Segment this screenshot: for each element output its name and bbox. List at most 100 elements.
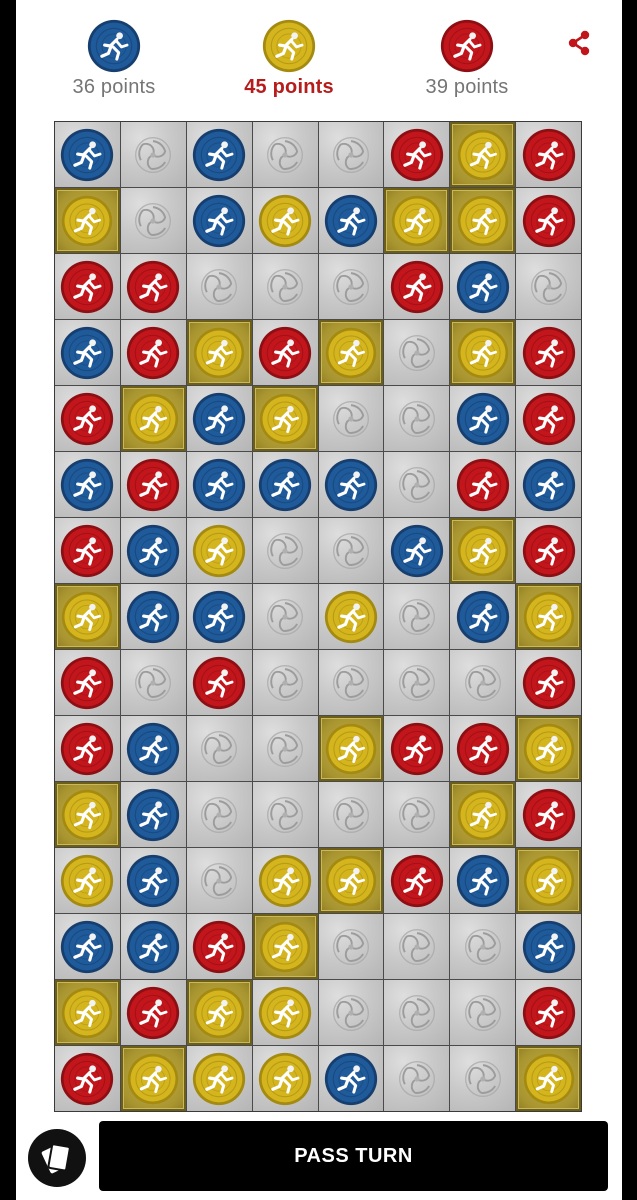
empty-tile[interactable] [120, 650, 186, 715]
red-tile[interactable] [516, 188, 581, 253]
empty-tile[interactable] [384, 1046, 450, 1111]
claimed-yellow-tile[interactable] [516, 584, 581, 649]
blue-tile[interactable] [516, 452, 581, 517]
blue-tile[interactable] [252, 452, 318, 517]
empty-tile[interactable] [186, 716, 252, 781]
claimed-yellow-tile[interactable] [55, 980, 120, 1045]
yellow-tile[interactable] [252, 980, 318, 1045]
blue-tile[interactable] [55, 122, 120, 187]
claimed-yellow-tile[interactable] [318, 848, 384, 913]
claimed-yellow-tile[interactable] [120, 386, 186, 451]
claimed-yellow-tile[interactable] [55, 188, 120, 253]
empty-tile[interactable] [516, 254, 581, 319]
claimed-yellow-tile[interactable] [384, 188, 450, 253]
red-tile[interactable] [186, 650, 252, 715]
red-tile[interactable] [516, 320, 581, 385]
empty-tile[interactable] [384, 650, 450, 715]
empty-tile[interactable] [318, 518, 384, 583]
claimed-yellow-tile[interactable] [450, 320, 516, 385]
empty-tile[interactable] [120, 188, 186, 253]
yellow-tile[interactable] [252, 1046, 318, 1111]
empty-tile[interactable] [252, 122, 318, 187]
red-tile[interactable] [450, 452, 516, 517]
blue-tile[interactable] [120, 518, 186, 583]
empty-tile[interactable] [252, 650, 318, 715]
blue-tile[interactable] [318, 1046, 384, 1111]
claimed-yellow-tile[interactable] [450, 782, 516, 847]
claimed-yellow-tile[interactable] [516, 1046, 581, 1111]
empty-tile[interactable] [252, 254, 318, 319]
blue-tile[interactable] [450, 386, 516, 451]
claimed-yellow-tile[interactable] [516, 716, 581, 781]
empty-tile[interactable] [450, 650, 516, 715]
yellow-tile[interactable] [318, 584, 384, 649]
empty-tile[interactable] [252, 518, 318, 583]
red-tile[interactable] [450, 716, 516, 781]
blue-tile[interactable] [450, 254, 516, 319]
red-tile[interactable] [384, 848, 450, 913]
claimed-yellow-tile[interactable] [186, 980, 252, 1045]
blue-tile[interactable] [120, 584, 186, 649]
blue-tile[interactable] [120, 914, 186, 979]
red-tile[interactable] [384, 122, 450, 187]
red-tile[interactable] [516, 650, 581, 715]
blue-tile[interactable] [318, 452, 384, 517]
empty-tile[interactable] [318, 650, 384, 715]
claimed-yellow-tile[interactable] [120, 1046, 186, 1111]
claimed-yellow-tile[interactable] [186, 320, 252, 385]
claimed-yellow-tile[interactable] [450, 188, 516, 253]
empty-tile[interactable] [384, 980, 450, 1045]
blue-tile[interactable] [516, 914, 581, 979]
yellow-tile[interactable] [252, 188, 318, 253]
share-icon[interactable] [564, 28, 594, 58]
empty-tile[interactable] [384, 914, 450, 979]
claimed-yellow-tile[interactable] [55, 584, 120, 649]
empty-tile[interactable] [318, 386, 384, 451]
red-tile[interactable] [55, 254, 120, 319]
red-tile[interactable] [516, 386, 581, 451]
red-tile[interactable] [55, 716, 120, 781]
empty-tile[interactable] [252, 782, 318, 847]
empty-tile[interactable] [186, 848, 252, 913]
blue-tile[interactable] [186, 188, 252, 253]
blue-tile[interactable] [318, 188, 384, 253]
red-tile[interactable] [516, 518, 581, 583]
blue-tile[interactable] [55, 452, 120, 517]
claimed-yellow-tile[interactable] [318, 320, 384, 385]
empty-tile[interactable] [252, 584, 318, 649]
empty-tile[interactable] [384, 452, 450, 517]
red-tile[interactable] [55, 1046, 120, 1111]
blue-tile[interactable] [450, 584, 516, 649]
red-tile[interactable] [55, 650, 120, 715]
claimed-yellow-tile[interactable] [450, 518, 516, 583]
red-tile[interactable] [252, 320, 318, 385]
empty-tile[interactable] [120, 122, 186, 187]
empty-tile[interactable] [450, 914, 516, 979]
claimed-yellow-tile[interactable] [252, 386, 318, 451]
empty-tile[interactable] [384, 320, 450, 385]
empty-tile[interactable] [186, 782, 252, 847]
red-tile[interactable] [120, 980, 186, 1045]
blue-tile[interactable] [450, 848, 516, 913]
empty-tile[interactable] [318, 782, 384, 847]
empty-tile[interactable] [384, 584, 450, 649]
empty-tile[interactable] [384, 386, 450, 451]
blue-tile[interactable] [186, 386, 252, 451]
yellow-tile[interactable] [252, 848, 318, 913]
red-tile[interactable] [120, 254, 186, 319]
red-tile[interactable] [384, 716, 450, 781]
claimed-yellow-tile[interactable] [318, 716, 384, 781]
red-tile[interactable] [186, 914, 252, 979]
blue-tile[interactable] [120, 848, 186, 913]
empty-tile[interactable] [318, 914, 384, 979]
empty-tile[interactable] [252, 716, 318, 781]
empty-tile[interactable] [318, 122, 384, 187]
empty-tile[interactable] [384, 782, 450, 847]
red-tile[interactable] [55, 518, 120, 583]
red-tile[interactable] [516, 122, 581, 187]
yellow-tile[interactable] [186, 518, 252, 583]
red-tile[interactable] [55, 386, 120, 451]
red-tile[interactable] [120, 320, 186, 385]
red-tile[interactable] [384, 254, 450, 319]
blue-tile[interactable] [55, 914, 120, 979]
